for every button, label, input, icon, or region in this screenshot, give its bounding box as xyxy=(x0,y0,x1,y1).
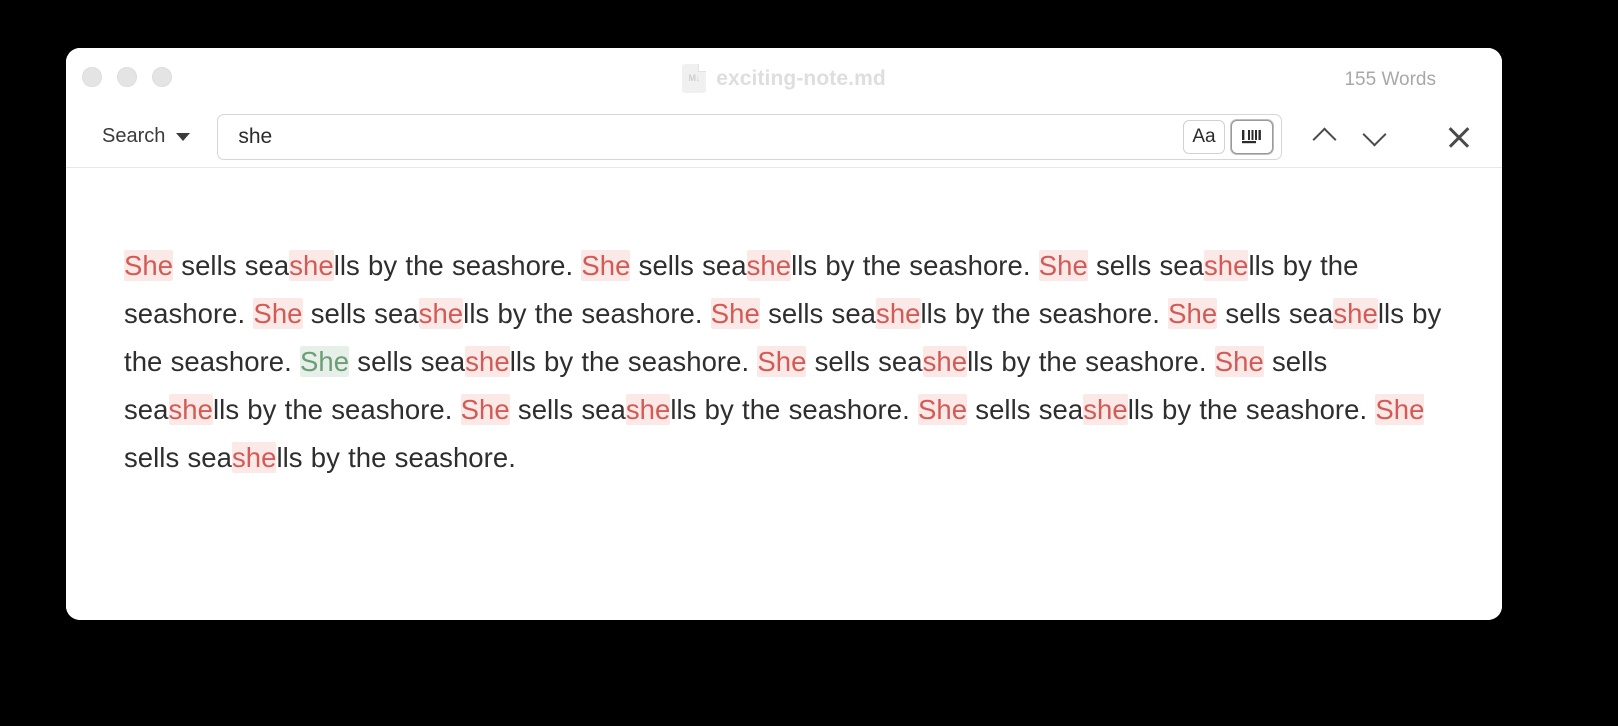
markdown-file-icon-label: M↓ xyxy=(688,73,700,83)
search-options: Aa xyxy=(1183,119,1273,154)
document-title-group: M↓ exciting-note.md xyxy=(66,64,1502,93)
match-case-button[interactable]: Aa xyxy=(1183,119,1225,154)
word-count-label: 155 Words xyxy=(1344,69,1436,90)
search-match: she xyxy=(922,346,968,377)
search-match: she xyxy=(231,442,277,473)
whole-word-icon xyxy=(1242,129,1261,143)
match-navigation xyxy=(1312,124,1388,150)
search-match: She xyxy=(1375,394,1425,425)
search-match: She xyxy=(460,394,510,425)
search-match: she xyxy=(168,394,213,425)
search-match: She xyxy=(124,250,174,281)
search-bar: Search Aa xyxy=(66,106,1502,168)
search-match: She xyxy=(1168,298,1218,329)
search-match: She xyxy=(917,394,968,425)
whole-word-button[interactable] xyxy=(1231,119,1273,154)
search-mode-dropdown[interactable]: Search xyxy=(102,125,191,148)
editor-window: M↓ exciting-note.md 155 Words Search Aa xyxy=(66,48,1502,620)
search-match: she xyxy=(746,250,792,281)
title-bar: M↓ exciting-note.md 155 Words xyxy=(66,48,1502,106)
page-title: exciting-note.md xyxy=(716,66,886,90)
search-match: she xyxy=(418,298,464,329)
search-match: She xyxy=(581,250,631,281)
search-match-current: She xyxy=(299,346,350,377)
close-icon[interactable] xyxy=(1444,122,1474,152)
chevron-down-icon[interactable] xyxy=(1362,124,1388,150)
search-mode-label: Search xyxy=(102,125,166,147)
search-match: she xyxy=(625,394,671,425)
search-field[interactable]: Aa xyxy=(217,113,1282,160)
search-match: she xyxy=(289,250,334,281)
chevron-up-icon[interactable] xyxy=(1312,124,1338,150)
document-body[interactable]: She sells seashells by the seashore. She… xyxy=(66,168,1502,620)
markdown-file-icon: M↓ xyxy=(682,64,707,93)
search-match: She xyxy=(1214,346,1264,377)
search-match: She xyxy=(757,346,807,377)
search-input[interactable] xyxy=(238,124,1183,149)
search-match: she xyxy=(1083,394,1128,425)
search-match: she xyxy=(1333,298,1378,329)
document-text: She sells seashells by the seashore. She… xyxy=(124,250,1442,473)
search-match: she xyxy=(876,298,921,329)
search-match: She xyxy=(710,298,760,329)
search-match: She xyxy=(253,298,303,329)
match-case-icon: Aa xyxy=(1192,126,1216,147)
search-match: she xyxy=(1203,250,1249,281)
search-match: she xyxy=(465,346,510,377)
chevron-down-icon xyxy=(176,132,191,141)
search-match: She xyxy=(1038,250,1088,281)
